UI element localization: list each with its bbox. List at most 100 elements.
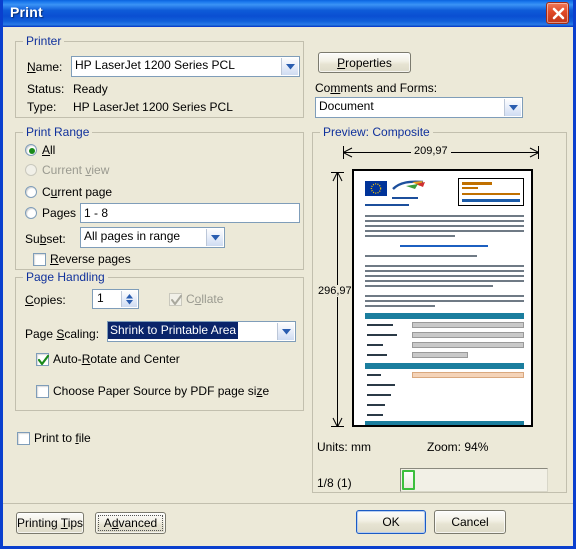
radio-pages-indicator	[25, 207, 37, 219]
field-value-deadline	[412, 352, 468, 358]
form-line-3	[462, 193, 520, 195]
chevron-down-icon[interactable]	[281, 58, 298, 75]
page-scaling-value: Shrink to Printable Area	[108, 322, 239, 339]
subset-value: All pages in range	[84, 229, 181, 243]
arrow-up-icon	[332, 172, 343, 182]
comments-and-forms-label: Comments and Forms:	[315, 81, 438, 95]
reverse-pages-checkbox[interactable]: Reverse pages	[33, 252, 173, 268]
eu-flag-icon	[365, 181, 387, 196]
field-label-deadline	[367, 354, 387, 356]
radio-pages-label: Pages	[42, 206, 77, 220]
print-to-file-checkbox[interactable]: Print to file	[17, 431, 147, 447]
field-label-subprogramme	[367, 334, 397, 336]
auto-rotate-label: Auto-Rotate and Center	[53, 352, 180, 366]
checkmark-icon	[38, 355, 49, 366]
page-preview-slider-thumb[interactable]	[402, 470, 415, 490]
checkmark-icon	[171, 295, 182, 305]
chevron-down-icon	[126, 299, 133, 304]
window-title: Print	[10, 4, 43, 20]
printer-name-value: HP LaserJet 1200 Series PCL	[75, 58, 235, 72]
paper-source-label: Choose Paper Source by PDF page size	[53, 384, 270, 398]
print-to-file-label: Print to file	[34, 431, 91, 445]
footer-divider	[3, 503, 573, 504]
comments-and-forms-combo[interactable]: Document	[315, 97, 523, 118]
field-label-na-name	[367, 374, 381, 376]
page-preview-slider[interactable]	[400, 468, 548, 492]
arrow-right-icon	[529, 147, 539, 158]
field-label-website	[367, 414, 383, 416]
page-scaling-combo[interactable]: Shrink to Printable Area	[107, 321, 296, 342]
ok-button[interactable]: OK	[356, 510, 426, 534]
arrow-down-icon	[332, 417, 343, 427]
units-label: Units: mm	[317, 440, 371, 454]
logo-caption	[392, 197, 418, 199]
page-preview[interactable]	[352, 169, 533, 427]
copies-label: Copies:	[25, 293, 66, 307]
copies-value: 1	[97, 291, 104, 305]
close-x-icon	[552, 7, 565, 20]
application-form-header-box	[458, 178, 524, 206]
radio-current-view-label: Current view	[42, 163, 110, 177]
printing-tips-button[interactable]: Printing Tips	[16, 512, 84, 534]
pages-input-value: 1 - 8	[84, 206, 109, 220]
field-value-na-name	[412, 372, 524, 378]
field-label-email	[367, 394, 391, 396]
preview-width-value: 209,97	[411, 145, 451, 157]
form-line-4	[462, 199, 520, 202]
printer-type-value: HP LaserJet 1200 Series PCL	[73, 100, 233, 114]
close-button[interactable]	[546, 2, 569, 24]
page-handling-group-legend: Page Handling	[23, 270, 108, 284]
zoom-label: Zoom: 94%	[427, 440, 489, 454]
radio-current-page[interactable]: Current page	[25, 185, 165, 201]
chevron-down-icon[interactable]	[504, 99, 521, 116]
preview-group-legend: Preview: Composite	[320, 125, 433, 139]
pages-input[interactable]: 1 - 8	[80, 203, 300, 223]
subset-combo[interactable]: All pages in range	[80, 227, 225, 248]
auto-rotate-checkbox-box	[36, 353, 49, 366]
field-value-programme	[412, 322, 524, 328]
page-indicator: 1/8 (1)	[317, 476, 352, 490]
cancel-button[interactable]: Cancel	[434, 510, 506, 534]
application-form-title	[462, 182, 492, 185]
printer-name-combo[interactable]: HP LaserJet 1200 Series PCL	[71, 56, 300, 77]
advanced-button[interactable]: Advanced	[95, 512, 166, 534]
subset-label: Subset:	[25, 232, 66, 246]
programme-logo-icon	[392, 180, 425, 190]
properties-button[interactable]: Properties	[318, 52, 411, 73]
copies-stepper[interactable]: 1	[92, 289, 139, 309]
logo-subcaption	[365, 204, 409, 206]
auto-rotate-checkbox[interactable]: Auto-Rotate and Center	[36, 352, 236, 368]
field-label-postal-address	[367, 384, 395, 386]
field-label-helpdesk	[367, 404, 385, 406]
printer-status-value: Ready	[73, 82, 108, 96]
section-submission-data	[365, 313, 524, 319]
radio-pages[interactable]: Pages	[25, 206, 85, 222]
field-label-action	[367, 344, 383, 346]
radio-current-page-indicator	[25, 186, 37, 198]
field-value-action	[412, 342, 524, 348]
print-to-file-checkbox-box	[17, 432, 30, 445]
radio-current-page-label: Current page	[42, 185, 113, 199]
print-dialog: Print Printer Name: HP LaserJet 1200 Ser…	[0, 0, 576, 549]
title-bar: Print	[3, 0, 573, 27]
chevron-down-icon[interactable]	[277, 323, 294, 340]
collate-checkbox-box	[169, 293, 182, 306]
radio-all-label: All	[42, 143, 56, 157]
radio-all[interactable]: All	[25, 143, 145, 159]
section-applicant-organisation	[365, 421, 524, 425]
properties-button-label: Properties	[337, 55, 392, 70]
section-national-agency	[365, 363, 524, 369]
chevron-down-icon[interactable]	[206, 229, 223, 246]
copies-stepper-buttons[interactable]	[121, 291, 137, 307]
cancel-button-label: Cancel	[451, 515, 489, 529]
chevron-up-icon	[126, 293, 133, 298]
ok-button-label: OK	[382, 515, 400, 529]
radio-all-indicator	[25, 144, 37, 156]
arrow-left-icon	[343, 147, 353, 158]
printer-name-label: Name:	[27, 60, 63, 74]
field-value-subprogramme	[412, 332, 524, 338]
printer-status-label: Status:	[27, 82, 65, 96]
paper-source-checkbox[interactable]: Choose Paper Source by PDF page size	[36, 384, 286, 400]
printing-tips-button-label: Printing Tips	[16, 516, 84, 530]
radio-current-view: Current view	[25, 163, 165, 179]
